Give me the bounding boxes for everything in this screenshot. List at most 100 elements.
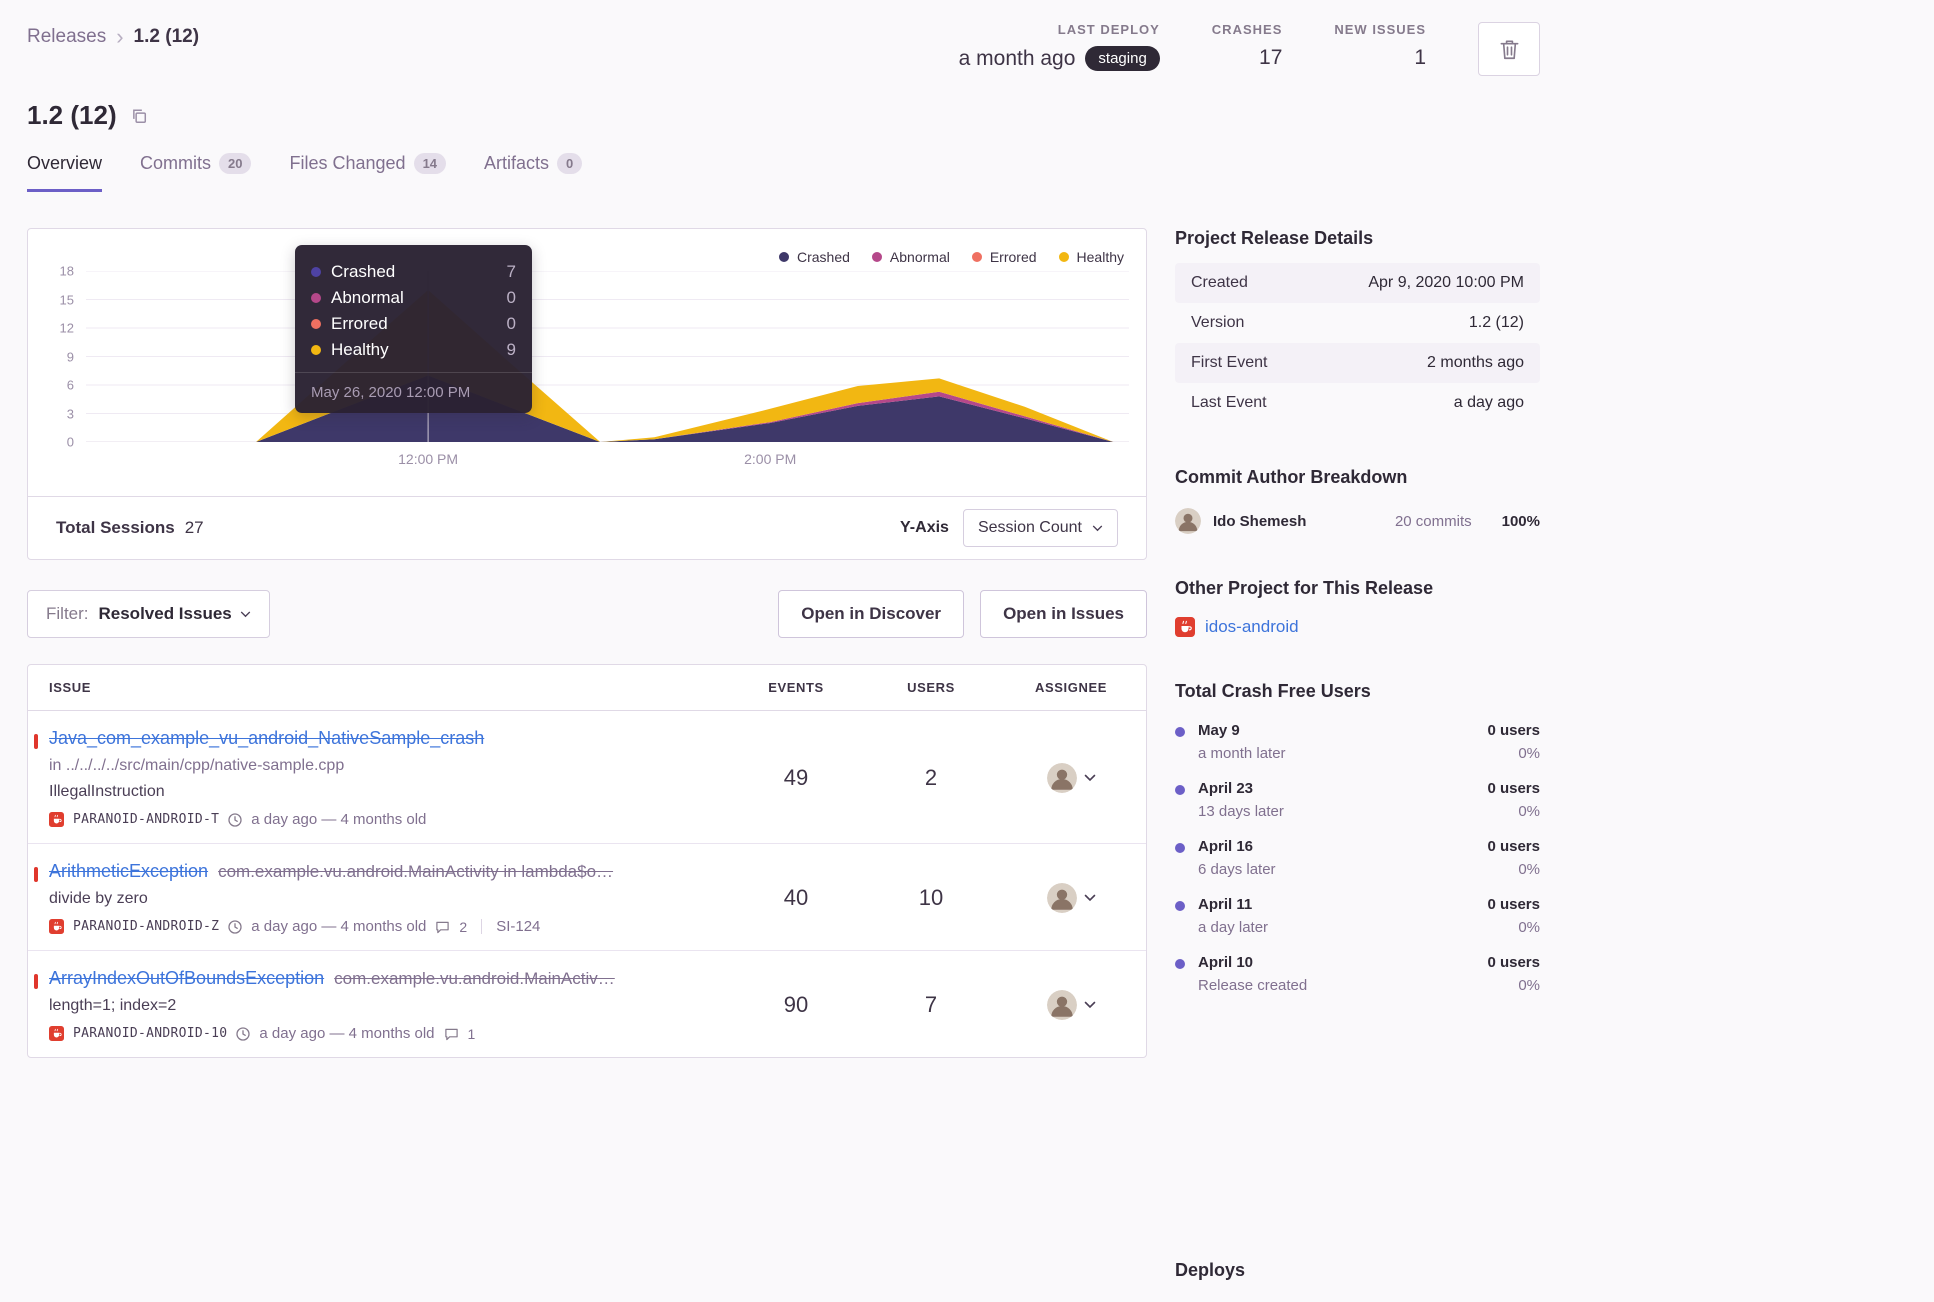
- timeline-bullet: [1175, 843, 1185, 853]
- issue-meta: PARANOID-ANDROID-T a day ago — 4 months o…: [49, 811, 702, 828]
- timeline-bullet: [1175, 901, 1185, 911]
- chart-x-axis: 12:00 PM 2:00 PM: [86, 451, 1129, 471]
- chart-tooltip: Crashed 7 Abnormal 0 Errored 0 Healthy 9 May 26…: [295, 245, 532, 413]
- delete-release-button[interactable]: [1478, 22, 1540, 76]
- issue-title-link[interactable]: Java_com_example_vu_android_NativeSample…: [49, 728, 484, 748]
- tab-overview[interactable]: Overview: [27, 153, 103, 192]
- legend-item-healthy[interactable]: Healthy: [1058, 249, 1124, 265]
- total-sessions: Total Sessions 27: [56, 518, 204, 538]
- crash-free-row: April 11 a day later 0 users 0%: [1175, 896, 1540, 936]
- tooltip-series-dot: [311, 319, 321, 329]
- tab-files-changed[interactable]: Files Changed 14: [289, 153, 447, 192]
- error-level-indicator: [34, 734, 38, 749]
- stat-label: NEW ISSUES: [1334, 22, 1426, 37]
- stat-last-deploy: LAST DEPLOY a month ago staging: [959, 22, 1160, 71]
- crash-free-percent: 0%: [1518, 977, 1540, 994]
- assignee-dropdown[interactable]: [996, 883, 1146, 913]
- detail-label: Last Event: [1191, 394, 1267, 411]
- open-in-issues-button[interactable]: Open in Issues: [980, 590, 1147, 638]
- crash-free-percent: 0%: [1518, 803, 1540, 820]
- release-detail-row: Created Apr 9, 2020 10:00 PM: [1175, 263, 1540, 303]
- legend-item-crashed[interactable]: Crashed: [779, 249, 850, 265]
- legend-dot: [779, 252, 789, 262]
- java-platform-icon: [49, 812, 64, 827]
- legend-item-abnormal[interactable]: Abnormal: [871, 249, 950, 265]
- chart-footer: Total Sessions 27 Y-Axis Session Count: [28, 496, 1146, 559]
- tooltip-series-value: 0: [506, 314, 516, 333]
- breadcrumb-releases-link[interactable]: Releases: [27, 26, 106, 48]
- deploys-title: Deploys: [1175, 1260, 1246, 1280]
- issue-row: Java_com_example_vu_android_NativeSample…: [28, 711, 1146, 844]
- timeline-sublabel: Release created: [1198, 977, 1308, 994]
- tooltip-series-value: 7: [506, 262, 516, 281]
- error-level-indicator: [34, 867, 38, 882]
- issues-table-card: ISSUE EVENTS USERS ASSIGNEE Java_com_exa…: [27, 664, 1147, 1058]
- assignee-dropdown[interactable]: [996, 990, 1146, 1020]
- y-axis-select[interactable]: Session Count: [962, 509, 1118, 547]
- detail-label: First Event: [1191, 354, 1268, 371]
- tab-artifacts[interactable]: Artifacts 0: [484, 153, 583, 192]
- issues-filter-dropdown[interactable]: Filter: Resolved Issues: [27, 590, 270, 638]
- java-platform-icon: [49, 1026, 64, 1041]
- other-project-link[interactable]: idos-android: [1205, 617, 1299, 637]
- open-in-discover-button[interactable]: Open in Discover: [778, 590, 965, 638]
- detail-label: Created: [1191, 274, 1248, 291]
- timeline-bullet: [1175, 785, 1185, 795]
- timeline-date: May 9: [1198, 722, 1240, 739]
- clock-icon: [228, 812, 242, 827]
- main-content: Crashed Abnormal Errored Healthy 0 3 6 9 12 15 18…: [27, 228, 1540, 1281]
- issue-title-link[interactable]: ArithmeticException: [49, 861, 208, 881]
- assignee-dropdown[interactable]: [996, 763, 1146, 793]
- timeline-date: April 11: [1198, 896, 1253, 913]
- legend-label: Healthy: [1076, 249, 1124, 265]
- detail-value: Apr 9, 2020 10:00 PM: [1368, 274, 1524, 291]
- comments-icon: [436, 921, 450, 933]
- total-sessions-label: Total Sessions: [56, 518, 175, 537]
- issues-table-body: Java_com_example_vu_android_NativeSample…: [28, 711, 1146, 1057]
- issue-annotation-link[interactable]: SI-124: [496, 918, 540, 935]
- crash-free-percent: 0%: [1518, 745, 1540, 762]
- stat-crashes: CRASHES 17: [1212, 22, 1283, 70]
- tooltip-series-value: 0: [506, 288, 516, 307]
- legend-item-errored[interactable]: Errored: [971, 249, 1037, 265]
- issue-message: divide by zero: [49, 890, 148, 907]
- y-axis-tick-label: 9: [66, 349, 74, 364]
- tab-count-badge: 0: [557, 153, 583, 174]
- release-sidebar: Project Release Details Created Apr 9, 20…: [1175, 228, 1540, 1281]
- tooltip-series-dot: [311, 345, 321, 355]
- breadcrumb-separator-icon: ›: [116, 24, 124, 49]
- issue-culprit: in ../../../../src/main/cpp/native-sampl…: [49, 757, 345, 774]
- tab-label: Overview: [27, 153, 103, 173]
- author-percent: 100%: [1501, 512, 1540, 530]
- issue-meta: PARANOID-ANDROID-Z a day ago — 4 months o…: [49, 918, 702, 935]
- issue-events-count: 49: [783, 765, 809, 790]
- assignee-avatar: [1046, 990, 1077, 1020]
- crash-free-users: 0 users: [1487, 896, 1540, 913]
- tooltip-series-values: Crashed 7 Abnormal 0 Errored 0 Healthy 9: [311, 259, 516, 363]
- copy-version-button[interactable]: [129, 106, 149, 126]
- tab-commits[interactable]: Commits 20: [140, 153, 252, 192]
- comments-count: 2: [459, 918, 468, 935]
- legend-dot: [971, 252, 982, 262]
- issue-title-link[interactable]: ArrayIndexOutOfBoundsException: [49, 968, 324, 988]
- tooltip-divider: [295, 372, 532, 373]
- issue-cell: ArithmeticException com.example.vu.androi…: [28, 861, 726, 935]
- issue-title: ArithmeticException com.example.vu.androi…: [49, 861, 702, 882]
- issue-users-count: 7: [924, 992, 938, 1017]
- crash-free-row: April 10 Release created 0 users 0%: [1175, 954, 1540, 994]
- issues-actions: Open in Discover Open in Issues: [778, 590, 1147, 638]
- divider: [481, 919, 483, 934]
- clock-icon: [228, 919, 242, 934]
- issue-culprit-inline: com.example.vu.android.MainActiv…: [334, 969, 615, 988]
- stat-label: CRASHES: [1211, 22, 1283, 37]
- issue-age: a day ago — 4 months old: [251, 918, 427, 935]
- release-detail-row: First Event 2 months ago: [1175, 343, 1540, 383]
- crash-free-row: April 16 6 days later 0 users 0%: [1175, 838, 1540, 878]
- assignee-avatar: [1046, 883, 1077, 913]
- column-issue: ISSUE: [49, 680, 92, 695]
- timeline-bullet: [1175, 727, 1185, 737]
- filter-label: Filter:: [46, 604, 89, 623]
- chart-plot-area: [86, 271, 1129, 442]
- assignee-avatar: [1046, 763, 1077, 793]
- other-project-row: idos-android: [1175, 617, 1540, 637]
